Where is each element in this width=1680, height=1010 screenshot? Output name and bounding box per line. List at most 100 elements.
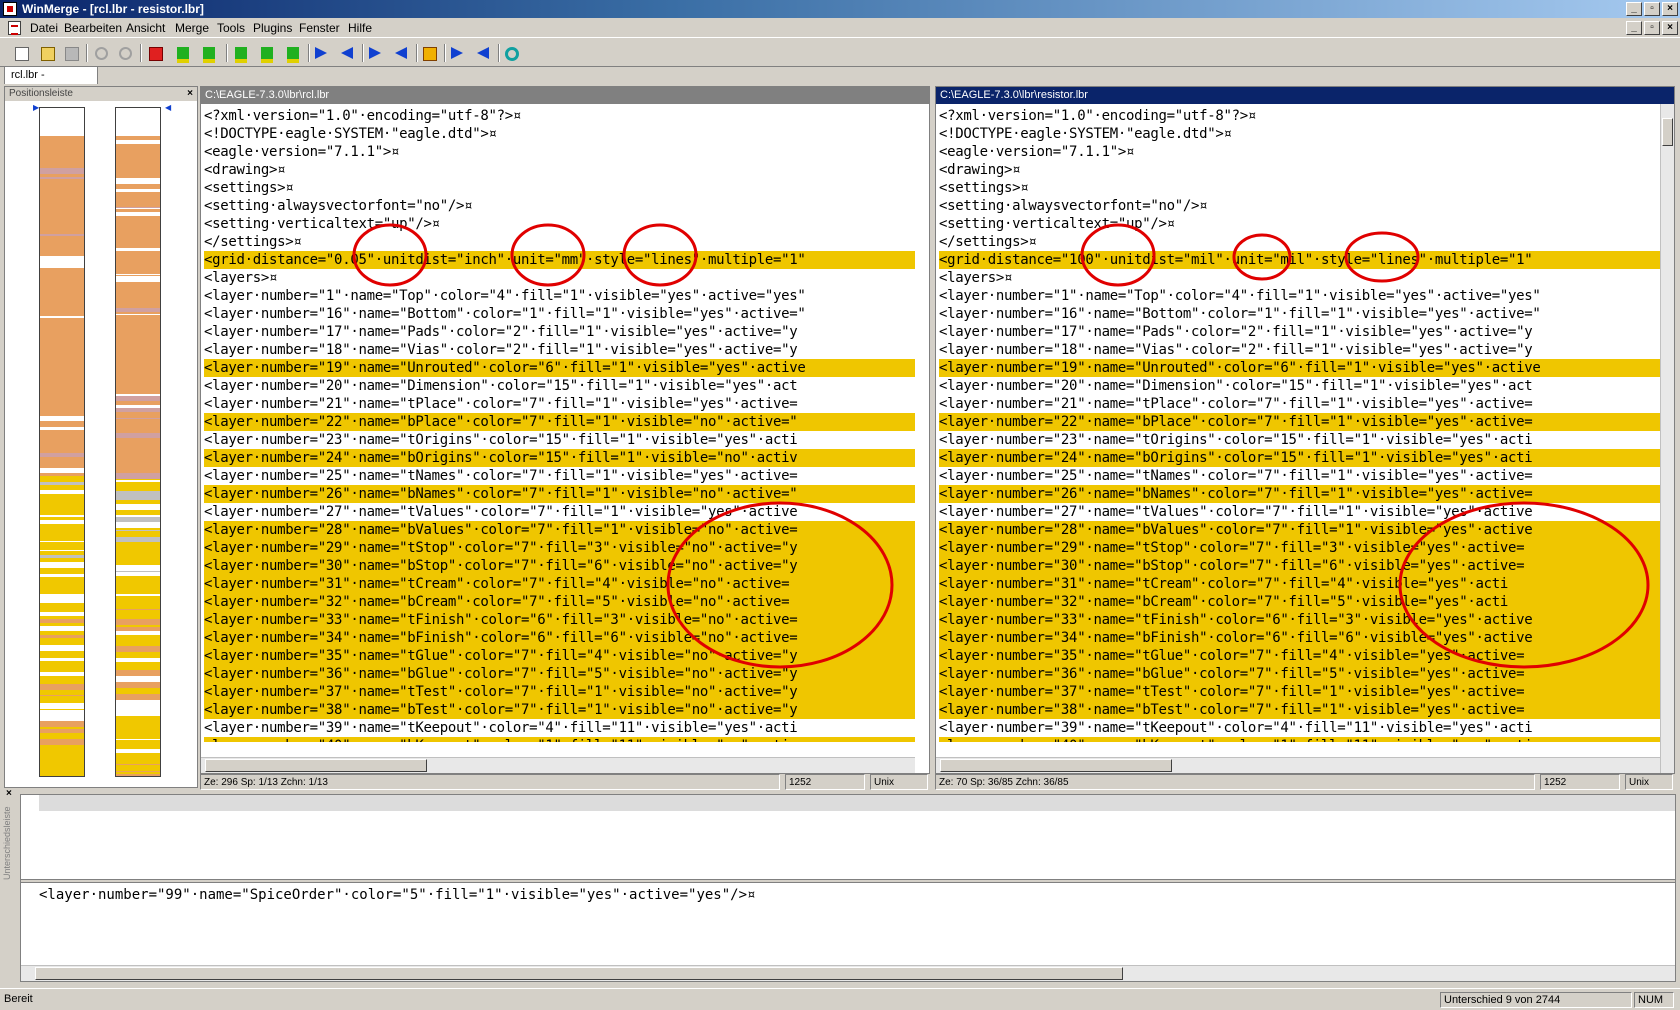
code-line-diff[interactable]: <layer·number="31"·name="tCream"·color="… (204, 575, 915, 593)
code-line-diff[interactable]: <layer·number="22"·name="bPlace"·color="… (204, 413, 915, 431)
left-code-view[interactable]: <?xml·version="1.0"·encoding="utf-8"?>¤ <… (204, 107, 915, 742)
code-line[interactable]: <setting·verticaltext="up"/>¤ (204, 215, 915, 233)
code-line[interactable]: </settings>¤ (204, 233, 915, 251)
code-line-diff[interactable]: <layer·number="19"·name="Unrouted"·color… (204, 359, 915, 377)
doc-close-button[interactable]: × (1662, 21, 1678, 35)
code-line-diff[interactable]: <layer·number="24"·name="bOrigins"·color… (204, 449, 915, 467)
code-line-diff[interactable]: <layer·number="30"·name="bStop"·color="7… (939, 557, 1660, 575)
code-line[interactable]: <layer·number="23"·name="tOrigins"·color… (204, 431, 915, 449)
code-line-diff[interactable]: <layer·number="37"·name="tTest"·color="7… (204, 683, 915, 701)
menu-datei[interactable]: Datei (30, 20, 58, 36)
last-diff-icon[interactable] (258, 44, 276, 63)
code-line-diff[interactable]: <layer·number="26"·name="bNames"·color="… (939, 485, 1660, 503)
code-line-diff[interactable]: <layer·number="31"·name="tCream"·color="… (939, 575, 1660, 593)
code-line[interactable]: <layer·number="20"·name="Dimension"·colo… (939, 377, 1660, 395)
code-line[interactable]: <layer·number="27"·name="tValues"·color=… (204, 503, 915, 521)
menu-fenster[interactable]: Fenster (299, 20, 340, 36)
code-line[interactable]: <layers>¤ (204, 269, 915, 287)
right-vertical-scrollbar[interactable] (1660, 104, 1674, 773)
prev-diff-icon[interactable] (200, 44, 218, 63)
code-line-diff[interactable]: <layer·number="19"·name="Unrouted"·color… (939, 359, 1660, 377)
code-line-diff[interactable]: <layer·number="33"·name="tFinish"·color=… (939, 611, 1660, 629)
menu-ansicht[interactable]: Ansicht (126, 20, 165, 36)
code-line[interactable]: <layer·number="18"·name="Vias"·color="2"… (939, 341, 1660, 359)
code-line-diff[interactable]: <layer·number="40"·name="bKeepout"·color… (939, 737, 1660, 742)
code-line-diff[interactable]: <layer·number="28"·name="bValues"·color=… (204, 521, 915, 539)
code-line-diff[interactable]: <layer·number="36"·name="bGlue"·color="7… (939, 665, 1660, 683)
copy-right-icon[interactable] (312, 44, 330, 62)
all-diff-icon[interactable] (284, 44, 302, 63)
code-line[interactable]: <settings>¤ (939, 179, 1660, 197)
right-file-pane[interactable]: C:\EAGLE-7.3.0\lbr\resistor.lbr <?xml·ve… (935, 86, 1675, 774)
close-icon[interactable]: × (187, 87, 193, 101)
code-line[interactable]: <drawing>¤ (939, 161, 1660, 179)
code-line-diff[interactable]: <layer·number="38"·name="bTest"·color="7… (939, 701, 1660, 719)
code-line-diff[interactable]: <layer·number="36"·name="bGlue"·color="7… (204, 665, 915, 683)
code-line[interactable]: <layer·number="17"·name="Pads"·color="2"… (204, 323, 915, 341)
code-line-diff[interactable]: <layer·number="30"·name="bStop"·color="7… (204, 557, 915, 575)
code-line-diff[interactable]: <layer·number="33"·name="tFinish"·color=… (204, 611, 915, 629)
code-line-diff[interactable]: <layer·number="32"·name="bCream"·color="… (939, 593, 1660, 611)
code-line[interactable]: <layer·number="20"·name="Dimension"·colo… (204, 377, 915, 395)
code-line[interactable]: <!DOCTYPE·eagle·SYSTEM·"eagle.dtd">¤ (204, 125, 915, 143)
restore-button[interactable]: ▫ (1644, 2, 1660, 16)
diff-pane[interactable]: <layer·number="99"·name="SpiceOrder"·col… (20, 794, 1676, 982)
code-line[interactable]: <layer·number="21"·name="tPlace"·color="… (204, 395, 915, 413)
code-line[interactable]: <layer·number="16"·name="Bottom"·color="… (939, 305, 1660, 323)
document-tab[interactable]: rcl.lbr - resistor.lbr (4, 66, 98, 97)
code-line-diff[interactable]: <grid·distance="100"·unitdist="mil"·unit… (939, 251, 1660, 269)
merge-all-right-icon[interactable] (448, 44, 466, 62)
left-file-pane[interactable]: C:\EAGLE-7.3.0\lbr\rcl.lbr <?xml·version… (200, 86, 930, 774)
close-button[interactable]: × (1662, 2, 1678, 16)
minimize-button[interactable]: _ (1626, 2, 1642, 16)
options-icon[interactable] (420, 44, 438, 62)
code-line[interactable]: <layer·number="17"·name="Pads"·color="2"… (939, 323, 1660, 341)
code-line[interactable]: <layer·number="25"·name="tNames"·color="… (204, 467, 915, 485)
code-line-diff[interactable]: <layer·number="28"·name="bValues"·color=… (939, 521, 1660, 539)
code-line-diff[interactable]: <layer·number="24"·name="bOrigins"·color… (939, 449, 1660, 467)
code-line[interactable]: <?xml·version="1.0"·encoding="utf-8"?>¤ (204, 107, 915, 125)
menu-bearbeiten[interactable]: Bearbeiten (64, 20, 122, 36)
code-line-diff[interactable]: <layer·number="29"·name="tStop"·color="7… (939, 539, 1660, 557)
diff-pane-scrollbar[interactable] (21, 965, 1675, 981)
open-icon[interactable] (38, 44, 56, 62)
code-line-diff[interactable]: <layer·number="37"·name="tTest"·color="7… (939, 683, 1660, 701)
menu-plugins[interactable]: Plugins (253, 20, 292, 36)
code-line[interactable]: <layer·number="1"·name="Top"·color="4"·f… (939, 287, 1660, 305)
location-bar-left[interactable] (39, 107, 85, 777)
code-line[interactable]: <setting·alwaysvectorfont="no"/>¤ (204, 197, 915, 215)
location-bar-right[interactable] (115, 107, 161, 777)
right-code-view[interactable]: <?xml·version="1.0"·encoding="utf-8"?>¤ <… (939, 107, 1660, 742)
code-line-diff[interactable]: <layer·number="35"·name="tGlue"·color="7… (939, 647, 1660, 665)
code-line-diff[interactable]: <layer·number="35"·name="tGlue"·color="7… (204, 647, 915, 665)
code-line-diff[interactable]: <grid·distance="0.05"·unitdist="inch"·un… (204, 251, 915, 269)
code-line[interactable]: <?xml·version="1.0"·encoding="utf-8"?>¤ (939, 107, 1660, 125)
redo-icon[interactable] (116, 44, 134, 62)
document-icon[interactable] (8, 21, 21, 35)
copy-left-advance-icon[interactable] (392, 44, 410, 62)
save-icon[interactable] (62, 44, 80, 62)
code-line[interactable]: <layer·number="25"·name="tNames"·color="… (939, 467, 1660, 485)
diff-pane-close-icon[interactable]: × (6, 788, 12, 799)
code-line[interactable]: <layer·number="16"·name="Bottom"·color="… (204, 305, 915, 323)
diff-pane-divider[interactable] (21, 879, 1675, 883)
code-line-diff[interactable]: <layer·number="29"·name="tStop"·color="7… (204, 539, 915, 557)
code-line[interactable]: <layer·number="23"·name="tOrigins"·color… (939, 431, 1660, 449)
code-line-diff[interactable]: <layer·number="34"·name="bFinish"·color=… (939, 629, 1660, 647)
copy-left-icon[interactable] (338, 44, 356, 62)
code-line-diff[interactable]: <layer·number="34"·name="bFinish"·color=… (204, 629, 915, 647)
code-line[interactable]: <layer·number="39"·name="tKeepout"·color… (204, 719, 915, 737)
refresh-icon[interactable] (502, 44, 520, 62)
copy-right-advance-icon[interactable] (366, 44, 384, 62)
doc-restore-button[interactable]: ▫ (1644, 21, 1660, 35)
menu-tools[interactable]: Tools (217, 20, 245, 36)
code-line[interactable]: <drawing>¤ (204, 161, 915, 179)
code-line[interactable]: <layer·number="21"·name="tPlace"·color="… (939, 395, 1660, 413)
new-icon[interactable] (12, 44, 30, 62)
code-line[interactable]: </settings>¤ (939, 233, 1660, 251)
code-line[interactable]: <setting·verticaltext="up"/>¤ (939, 215, 1660, 233)
code-line[interactable]: <eagle·version="7.1.1">¤ (939, 143, 1660, 161)
doc-minimize-button[interactable]: _ (1626, 21, 1642, 35)
undo-icon[interactable] (92, 44, 110, 62)
merge-all-left-icon[interactable] (474, 44, 492, 62)
